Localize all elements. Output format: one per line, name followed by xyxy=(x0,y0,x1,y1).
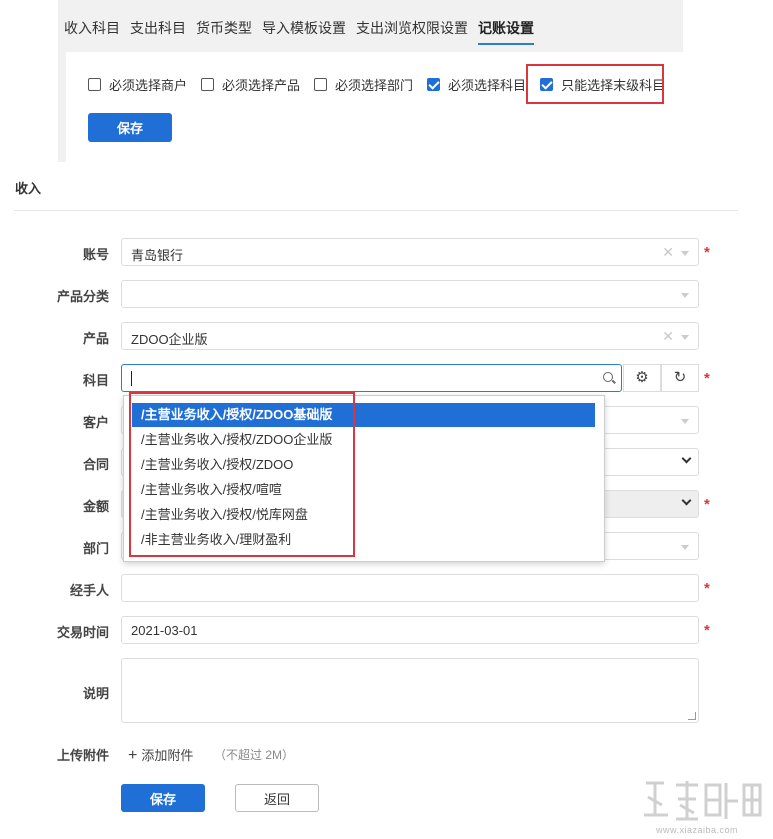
tab-bookkeeping-settings[interactable]: 记账设置 xyxy=(478,18,534,45)
text-cursor xyxy=(131,371,132,386)
add-attachment-button[interactable]: + 添加附件 xyxy=(128,745,193,765)
account-label: 账号 xyxy=(82,247,109,262)
chevron-down-icon xyxy=(681,335,689,340)
resize-handle[interactable] xyxy=(688,712,696,720)
checkbox-box[interactable] xyxy=(201,78,215,91)
checkbox-require-merchant[interactable]: 必须选择商户 xyxy=(88,75,187,94)
checkbox-require-department[interactable]: 必须选择部门 xyxy=(314,75,413,94)
chevron-down-icon xyxy=(681,293,689,298)
save-button[interactable]: 保存 xyxy=(121,784,205,812)
subject-search-input[interactable] xyxy=(121,364,622,392)
category-label: 产品分类 xyxy=(56,289,109,304)
account-select[interactable]: 青岛银行 ✕ xyxy=(121,238,699,266)
handler-input[interactable] xyxy=(121,574,699,602)
required-mark: * xyxy=(704,244,710,261)
subject-settings-button[interactable]: ⚙ xyxy=(623,364,661,392)
chevron-down-icon xyxy=(681,251,689,256)
settings-checkbox-row: 必须选择商户 必须选择产品 必须选择部门 必须选择科目 只能选择末级科目 xyxy=(88,75,679,94)
add-attachment-label: 添加附件 xyxy=(141,748,194,763)
product-label: 产品 xyxy=(82,331,109,346)
tab-expense-permission[interactable]: 支出浏览权限设置 xyxy=(356,18,468,45)
settings-tabs: 收入科目 支出科目 货币类型 导入模板设置 支出浏览权限设置 记账设置 xyxy=(64,18,544,45)
chevron-down-icon xyxy=(681,495,692,506)
checkbox-box[interactable] xyxy=(427,78,441,91)
tab-import-template[interactable]: 导入模板设置 xyxy=(262,18,346,45)
size-hint: （不超过 2M） xyxy=(214,748,295,762)
chevron-down-icon xyxy=(681,545,689,550)
tab-expense-subject[interactable]: 支出科目 xyxy=(130,18,186,45)
chevron-down-icon xyxy=(681,453,692,464)
checkbox-label: 必须选择商户 xyxy=(109,78,188,93)
required-mark: * xyxy=(704,622,710,639)
handler-label: 经手人 xyxy=(69,583,109,598)
required-mark: * xyxy=(704,580,710,597)
required-mark: * xyxy=(704,370,710,387)
section-divider xyxy=(14,210,738,211)
subject-refresh-button[interactable]: ↻ xyxy=(661,364,699,392)
subject-option[interactable]: /主营业务收入/授权/ZDOO企业版 xyxy=(132,428,595,452)
required-mark: * xyxy=(704,496,710,513)
product-category-select[interactable] xyxy=(121,280,699,308)
transaction-date-input[interactable]: 2021-03-01 xyxy=(121,616,699,644)
checkbox-box[interactable] xyxy=(540,78,554,91)
checkbox-label: 必须选择产品 xyxy=(222,78,301,93)
account-value: 青岛银行 xyxy=(131,248,184,263)
watermark-url: www.xiazaiba.com xyxy=(656,825,739,835)
subject-dropdown: /主营业务收入/授权/ZDOO基础版 /主营业务收入/授权/ZDOO企业版 /主… xyxy=(123,395,605,562)
refresh-icon: ↻ xyxy=(673,369,687,386)
subject-option[interactable]: /非主营业务收入/理财盈利 xyxy=(132,528,595,552)
date-value: 2021-03-01 xyxy=(131,623,198,638)
checkbox-label: 必须选择部门 xyxy=(335,78,414,93)
subject-label: 科目 xyxy=(82,373,109,388)
settings-save-button[interactable]: 保存 xyxy=(88,113,172,142)
gear-icon: ⚙ xyxy=(635,369,649,386)
subject-option[interactable]: /主营业务收入/授权/悦库网盘 xyxy=(132,503,595,527)
note-textarea[interactable] xyxy=(121,658,699,723)
search-icon xyxy=(603,372,613,382)
tab-income-subject[interactable]: 收入科目 xyxy=(64,18,120,45)
contract-label: 合同 xyxy=(82,457,109,472)
customer-label: 客户 xyxy=(82,415,109,430)
clear-icon[interactable]: ✕ xyxy=(662,328,674,345)
plus-icon: + xyxy=(128,747,138,764)
subject-option[interactable]: /主营业务收入/授权/ZDOO xyxy=(132,453,595,477)
time-label: 交易时间 xyxy=(56,625,109,640)
amount-label: 金额 xyxy=(82,499,109,514)
back-button[interactable]: 返回 xyxy=(235,784,319,812)
product-value: ZDOO企业版 xyxy=(131,332,208,347)
subject-option[interactable]: /主营业务收入/授权/喧喧 xyxy=(132,478,595,502)
chevron-down-icon xyxy=(681,419,689,424)
checkbox-label: 必须选择科目 xyxy=(448,78,527,93)
product-select[interactable]: ZDOO企业版 ✕ xyxy=(121,322,699,350)
checkbox-leaf-subject-only[interactable]: 只能选择末级科目 xyxy=(540,75,665,94)
checkbox-label: 只能选择末级科目 xyxy=(561,78,666,93)
tab-currency-type[interactable]: 货币类型 xyxy=(196,18,252,45)
upload-label: 上传附件 xyxy=(56,748,109,763)
note-label: 说明 xyxy=(82,686,109,701)
clear-icon[interactable]: ✕ xyxy=(662,244,674,261)
bookkeeping-settings-box: 必须选择商户 必须选择产品 必须选择部门 必须选择科目 只能选择末级科目 xyxy=(66,52,683,162)
checkbox-box[interactable] xyxy=(88,78,101,91)
section-title: 收入 xyxy=(15,181,42,196)
checkbox-require-subject[interactable]: 必须选择科目 xyxy=(427,75,526,94)
subject-option[interactable]: /主营业务收入/授权/ZDOO基础版 xyxy=(132,403,595,427)
checkbox-require-product[interactable]: 必须选择产品 xyxy=(201,75,300,94)
department-label: 部门 xyxy=(82,541,109,556)
checkbox-box[interactable] xyxy=(314,78,328,91)
